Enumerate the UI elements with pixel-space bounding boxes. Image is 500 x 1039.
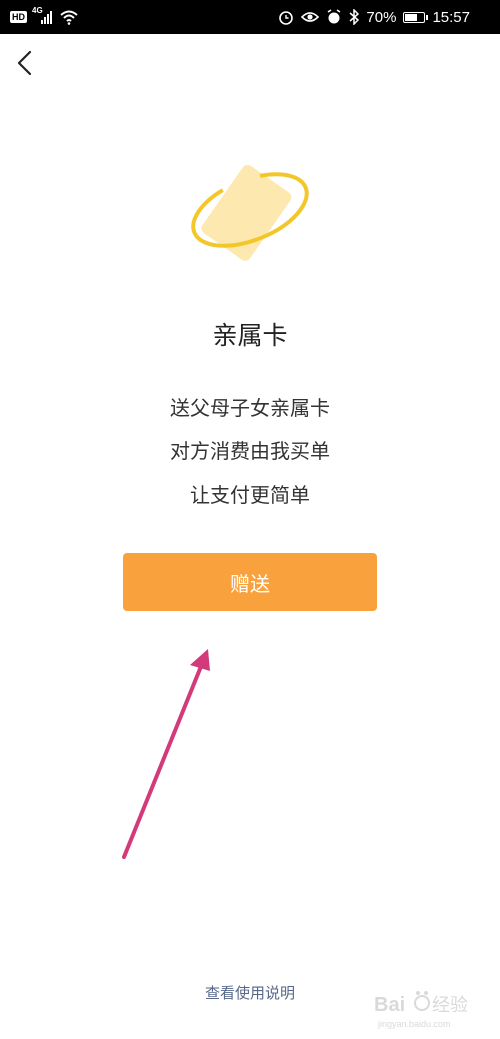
svg-text:经验: 经验 (432, 995, 468, 1016)
svg-text:jingyan.baidu.com: jingyan.baidu.com (377, 1019, 451, 1029)
page-title: 亲属卡 (212, 321, 288, 350)
family-card-logo (185, 150, 315, 270)
chevron-left-icon (17, 50, 32, 76)
wifi-icon (60, 10, 78, 25)
description-line-1: 送父母子女亲属卡 (170, 396, 330, 420)
description-line-3: 让支付更简单 (190, 483, 310, 507)
network-type: 4G (32, 6, 43, 15)
alarm-icon (327, 9, 341, 24)
status-right: 70% 15:57 (278, 6, 470, 28)
battery-icon (403, 11, 429, 23)
hd-badge: HD (10, 11, 27, 23)
card-orbit-icon (191, 164, 309, 261)
bluetooth-icon (349, 9, 360, 25)
status-bar: HD 4G 70% 15:57 (0, 0, 500, 34)
clock-time: 15:57 (432, 8, 470, 26)
battery-percent: 70% (366, 8, 397, 26)
screen: HD 4G 70% 15:57 亲属卡 送父母子女亲属卡 对方消费由我买单 让支… (0, 0, 500, 1039)
eye-icon (301, 12, 320, 22)
signal-icon: 4G (32, 6, 54, 25)
back-button[interactable] (12, 48, 40, 80)
description-line-2: 对方消费由我买单 (170, 439, 330, 463)
svg-text:Bai: Bai (374, 994, 405, 1016)
gift-button-label: 赠送 (230, 571, 270, 596)
battery-fill (405, 13, 418, 21)
gift-button[interactable]: 赠送 (123, 553, 377, 611)
alarm-clock-icon (279, 11, 294, 25)
baidu-jingyan-watermark-logo: Bai 经验 jingyan.baidu.com (374, 991, 468, 1029)
annotation-arrow (122, 649, 210, 859)
status-left: HD 4G (10, 6, 79, 27)
